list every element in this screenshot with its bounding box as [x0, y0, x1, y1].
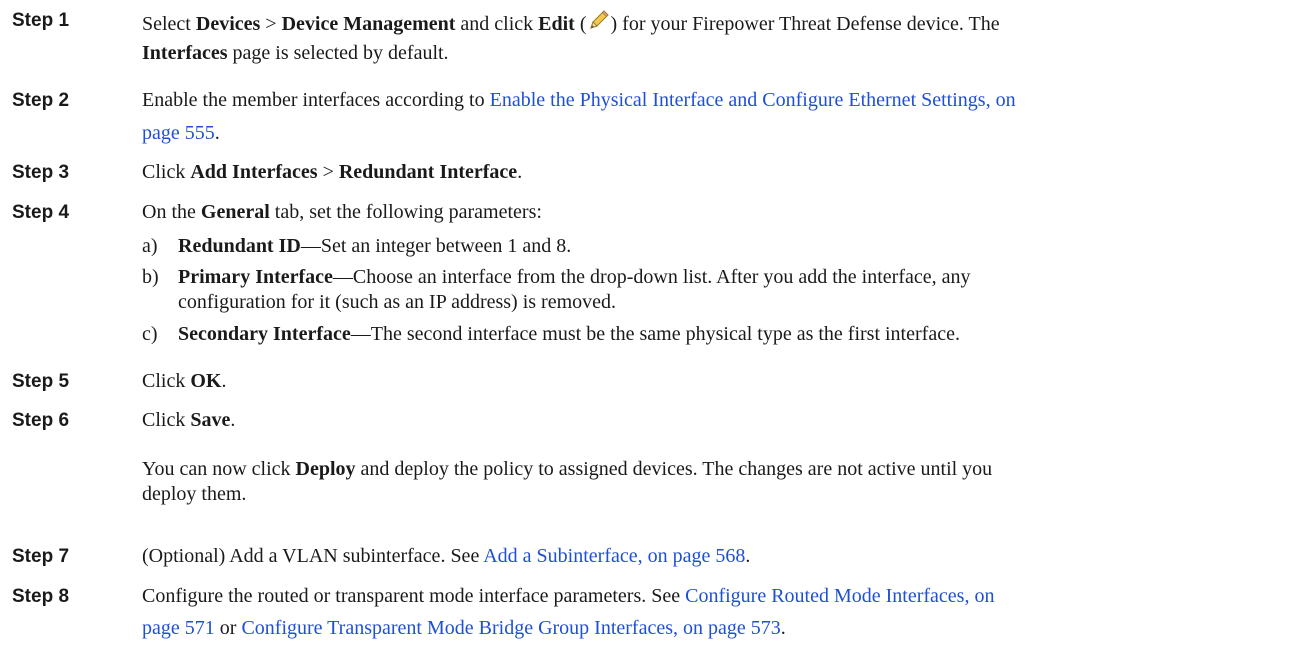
step-4-item-b-cont: configuration for it (such as an IP addr…	[178, 291, 617, 313]
step-5-line: Click OK.	[142, 370, 227, 392]
step-4-item-c: c)	[142, 323, 158, 345]
link-configure-transparent-mode[interactable]: Configure Transparent Mode Bridge Group …	[241, 617, 780, 639]
step-7-line: (Optional) Add a VLAN subinterface. See …	[142, 545, 751, 567]
step-4-item-a-text: Redundant ID—Set an integer between 1 an…	[178, 235, 572, 257]
step-7-label: Step 7	[12, 546, 70, 567]
link-configure-routed-mode[interactable]: Configure Routed Mode Interfaces, on	[685, 585, 994, 607]
step-5-label: Step 5	[12, 371, 70, 392]
step-4-label: Step 4	[12, 202, 70, 223]
step-2-line-1: Enable the member interfaces according t…	[142, 89, 1016, 111]
step-4-item-c-text: Secondary Interface—The second interface…	[178, 323, 960, 345]
pencil-icon	[587, 8, 611, 32]
step-1-line-1: Select Devices > Device Management and c…	[142, 8, 1000, 36]
step-6-line: Click Save.	[142, 409, 236, 431]
step-2-label: Step 2	[12, 90, 70, 111]
link-add-subinterface[interactable]: Add a Subinterface, on page 568	[483, 545, 745, 567]
step-1-label: Step 1	[12, 10, 70, 31]
step-4-line: On the General tab, set the following pa…	[142, 201, 542, 223]
step-4-item-b-text: Primary Interface—Choose an interface fr…	[178, 266, 971, 288]
link-page-555[interactable]: page 555	[142, 122, 215, 144]
step-4-item-b: b)	[142, 266, 159, 288]
step-1-line-2: Interfaces page is selected by default.	[142, 42, 449, 64]
step-6-para-line-2: deploy them.	[142, 483, 247, 505]
link-enable-physical-interface[interactable]: Enable the Physical Interface and Config…	[490, 89, 1016, 111]
step-3-label: Step 3	[12, 162, 70, 183]
step-2-line-2: page 555.	[142, 122, 220, 144]
step-6-para-line-1: You can now click Deploy and deploy the …	[142, 458, 993, 480]
step-8-label: Step 8	[12, 586, 70, 607]
document-page: Step 1 Select Devices > Device Managemen…	[0, 0, 1308, 665]
link-page-571[interactable]: page 571	[142, 617, 215, 639]
step-6-label: Step 6	[12, 410, 70, 431]
step-3-line: Click Add Interfaces > Redundant Interfa…	[142, 161, 523, 183]
step-8-line-1: Configure the routed or transparent mode…	[142, 585, 995, 607]
step-4-item-a: a)	[142, 235, 158, 257]
step-8-line-2: page 571 or Configure Transparent Mode B…	[142, 617, 786, 639]
